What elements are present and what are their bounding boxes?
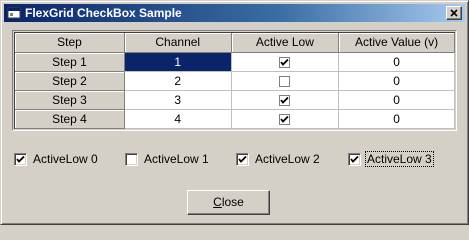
unchecked-checkbox-icon[interactable] bbox=[279, 75, 291, 87]
unchecked-checkbox-icon[interactable] bbox=[125, 152, 138, 166]
active-value-cell[interactable]: 0 bbox=[338, 52, 455, 72]
close-icon[interactable] bbox=[446, 6, 462, 20]
window-title: FlexGrid CheckBox Sample bbox=[25, 6, 182, 20]
row-header-step[interactable]: Step 3 bbox=[15, 90, 125, 110]
active-low-cell[interactable] bbox=[231, 71, 340, 91]
close-button-label: lose bbox=[221, 195, 244, 209]
checkbox-label: ActiveLow 2 bbox=[255, 152, 320, 166]
active-value-cell[interactable]: 0 bbox=[338, 90, 455, 110]
checkbox-label: ActiveLow 3 bbox=[365, 151, 434, 167]
row-header-step[interactable]: Step 2 bbox=[15, 71, 125, 91]
column-header-active-low[interactable]: Active Low bbox=[231, 33, 340, 53]
active-value-cell[interactable]: 0 bbox=[338, 71, 455, 91]
checked-checkbox-icon[interactable] bbox=[279, 94, 291, 106]
checkbox-label: ActiveLow 1 bbox=[144, 152, 209, 166]
checked-checkbox-icon[interactable] bbox=[14, 152, 27, 166]
close-button-mnemonic: C bbox=[213, 195, 222, 209]
activelow-checkbox-2[interactable]: ActiveLow 2 bbox=[236, 151, 321, 167]
flexgrid-body: Step 1 1 0 Step 2 2 0 Step 3 3 0 Step 44 0 bbox=[15, 52, 455, 129]
column-header-step[interactable]: Step bbox=[15, 33, 125, 53]
table-row[interactable]: Step 11 0 bbox=[15, 52, 455, 72]
flexgrid-table[interactable]: Step Channel Active Low Active Value (v)… bbox=[15, 33, 455, 129]
channel-cell[interactable]: 4 bbox=[124, 109, 232, 129]
checked-checkbox-icon[interactable] bbox=[236, 152, 249, 166]
close-button[interactable]: Close bbox=[187, 190, 270, 215]
activelow-checkbox-0[interactable]: ActiveLow 0 bbox=[14, 151, 99, 167]
table-row[interactable]: Step 33 0 bbox=[15, 90, 455, 110]
active-low-cell[interactable] bbox=[231, 90, 340, 110]
title-bar[interactable]: FlexGrid CheckBox Sample bbox=[4, 4, 465, 22]
window-app-icon[interactable] bbox=[7, 6, 21, 20]
table-row[interactable]: Step 22 0 bbox=[15, 71, 455, 91]
activelow-checkbox-1[interactable]: ActiveLow 1 bbox=[125, 151, 210, 167]
flexgrid-inner: Step Channel Active Low Active Value (v)… bbox=[14, 32, 455, 129]
dialog-window: FlexGrid CheckBox Sample Step Channel Ac… bbox=[0, 0, 469, 225]
channel-cell[interactable]: 2 bbox=[124, 71, 232, 91]
checkbox-label: ActiveLow 0 bbox=[33, 152, 98, 166]
checked-checkbox-icon[interactable] bbox=[279, 113, 291, 125]
row-header-step[interactable]: Step 4 bbox=[15, 109, 125, 129]
checked-checkbox-icon[interactable] bbox=[348, 152, 361, 166]
active-low-cell[interactable] bbox=[231, 109, 340, 129]
channel-cell[interactable]: 1 bbox=[124, 52, 232, 72]
row-header-step[interactable]: Step 1 bbox=[15, 52, 125, 72]
column-header-active-value[interactable]: Active Value (v) bbox=[338, 33, 455, 53]
table-row[interactable]: Step 44 0 bbox=[15, 109, 455, 129]
channel-cell[interactable]: 3 bbox=[124, 90, 232, 110]
checked-checkbox-icon[interactable] bbox=[279, 56, 291, 68]
activelow-checkbox-3[interactable]: ActiveLow 3 bbox=[348, 151, 434, 167]
active-value-cell[interactable]: 0 bbox=[338, 109, 455, 129]
column-header-channel[interactable]: Channel bbox=[124, 33, 232, 53]
flexgrid[interactable]: Step Channel Active Low Active Value (v)… bbox=[12, 30, 457, 131]
active-low-cell[interactable] bbox=[231, 52, 340, 72]
